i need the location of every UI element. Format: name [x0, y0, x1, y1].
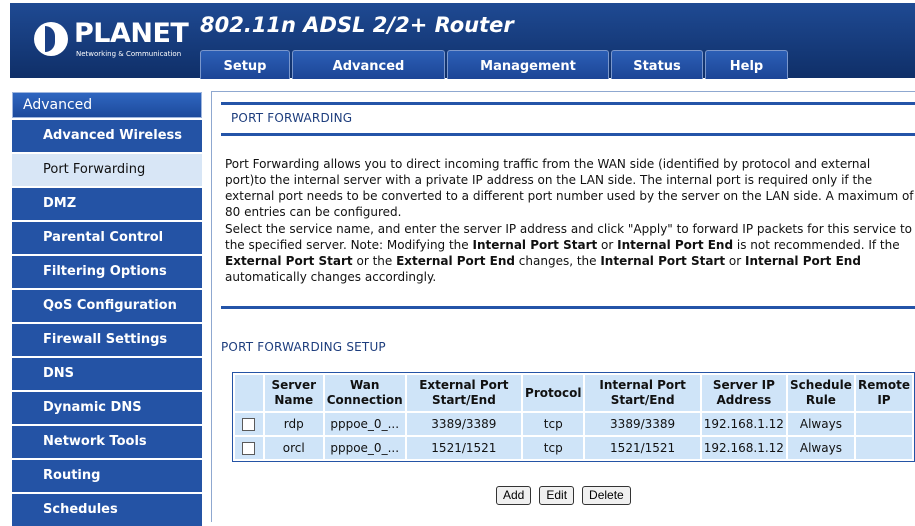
table-header-select — [235, 375, 263, 411]
cell-external-port: 3389/3389 — [406, 413, 522, 435]
row-checkbox[interactable] — [242, 418, 256, 431]
section-divider — [221, 133, 915, 136]
cell-server-name: rdp — [264, 413, 323, 435]
edit-button[interactable]: Edit — [539, 486, 575, 505]
tab-advanced[interactable]: Advanced — [292, 50, 445, 79]
sidebar-item-qos-configuration[interactable]: QoS Configuration — [12, 290, 202, 322]
page-title: PORT FORWARDING — [231, 111, 353, 125]
main-panel: PORT FORWARDING Port Forwarding allows y… — [211, 91, 915, 522]
table-header-server-name: Server Name — [264, 375, 323, 411]
table-header-wan-connection: Wan Connection — [324, 375, 405, 411]
action-buttons: Add Edit Delete — [496, 486, 631, 505]
table-header-server-ip: Server IP Address — [701, 375, 786, 411]
table-header-row: Server Name Wan Connection External Port… — [235, 375, 912, 411]
row-select-cell — [235, 413, 263, 435]
table-row: orcl pppoe_0_... 1521/1521 tcp 1521/1521… — [235, 437, 912, 459]
add-button[interactable]: Add — [496, 486, 532, 505]
cell-server-name: orcl — [264, 437, 323, 459]
planet-logo-icon — [34, 22, 68, 56]
sidebar-item-advanced-wireless[interactable]: Advanced Wireless — [12, 120, 202, 152]
cell-remote-ip — [855, 413, 912, 435]
row-checkbox[interactable] — [242, 442, 256, 455]
cell-protocol: tcp — [523, 413, 584, 435]
cell-wan-connection: pppoe_0_... — [324, 413, 405, 435]
tab-status[interactable]: Status — [611, 50, 703, 79]
sidebar-item-routing[interactable]: Routing — [12, 460, 202, 492]
cell-internal-port: 1521/1521 — [585, 437, 700, 459]
sidebar-item-filtering-options[interactable]: Filtering Options — [12, 256, 202, 288]
sidebar-item-dns[interactable]: DNS — [12, 358, 202, 390]
setup-title: PORT FORWARDING SETUP — [221, 340, 386, 354]
row-select-cell — [235, 437, 263, 459]
table-row: rdp pppoe_0_... 3389/3389 tcp 3389/3389 … — [235, 413, 912, 435]
cell-remote-ip — [855, 437, 912, 459]
header: PLANET Networking & Communication 802.11… — [0, 0, 915, 82]
cell-external-port: 1521/1521 — [406, 437, 522, 459]
section-divider — [221, 102, 915, 105]
sidebar-item-dynamic-dns[interactable]: Dynamic DNS — [12, 392, 202, 424]
product-title: 802.11n ADSL 2/2+ Router — [200, 13, 514, 37]
table-header-internal-port: Internal Port Start/End — [585, 375, 700, 411]
cell-wan-connection: pppoe_0_... — [324, 437, 405, 459]
port-forwarding-table: Server Name Wan Connection External Port… — [232, 372, 915, 462]
delete-button[interactable]: Delete — [582, 486, 631, 505]
section-divider — [221, 306, 915, 309]
sidebar-item-schedules[interactable]: Schedules — [12, 494, 202, 526]
cell-protocol: tcp — [523, 437, 584, 459]
table-header-schedule-rule: Schedule Rule — [787, 375, 854, 411]
tab-help[interactable]: Help — [705, 50, 788, 79]
cell-server-ip: 192.168.1.12 — [701, 413, 786, 435]
description-paragraph-2: Select the service name, and enter the s… — [225, 222, 913, 284]
cell-schedule-rule: Always — [787, 437, 854, 459]
sidebar-title: Advanced — [12, 92, 202, 118]
table-header-external-port: External Port Start/End — [406, 375, 522, 411]
cell-internal-port: 3389/3389 — [585, 413, 700, 435]
cell-server-ip: 192.168.1.12 — [701, 437, 786, 459]
sidebar-item-firewall-settings[interactable]: Firewall Settings — [12, 324, 202, 356]
sidebar-item-port-forwarding[interactable]: Port Forwarding — [12, 154, 202, 186]
table-header-protocol: Protocol — [523, 375, 584, 411]
table-header-remote-ip: Remote IP — [855, 375, 912, 411]
planet-logo: PLANET Networking & Communication — [30, 18, 190, 62]
logo-text: PLANET — [74, 18, 189, 49]
tab-setup[interactable]: Setup — [200, 50, 290, 79]
sidebar: Advanced Advanced Wireless Port Forwardi… — [12, 92, 202, 526]
sidebar-item-dmz[interactable]: DMZ — [12, 188, 202, 220]
cell-schedule-rule: Always — [787, 413, 854, 435]
sidebar-item-network-tools[interactable]: Network Tools — [12, 426, 202, 458]
top-nav-tabs: Setup Advanced Management Status Help — [200, 50, 790, 79]
logo-subtitle: Networking & Communication — [76, 50, 182, 58]
sidebar-item-parental-control[interactable]: Parental Control — [12, 222, 202, 254]
tab-management[interactable]: Management — [447, 50, 609, 79]
description-paragraph-1: Port Forwarding allows you to direct inc… — [225, 157, 914, 219]
